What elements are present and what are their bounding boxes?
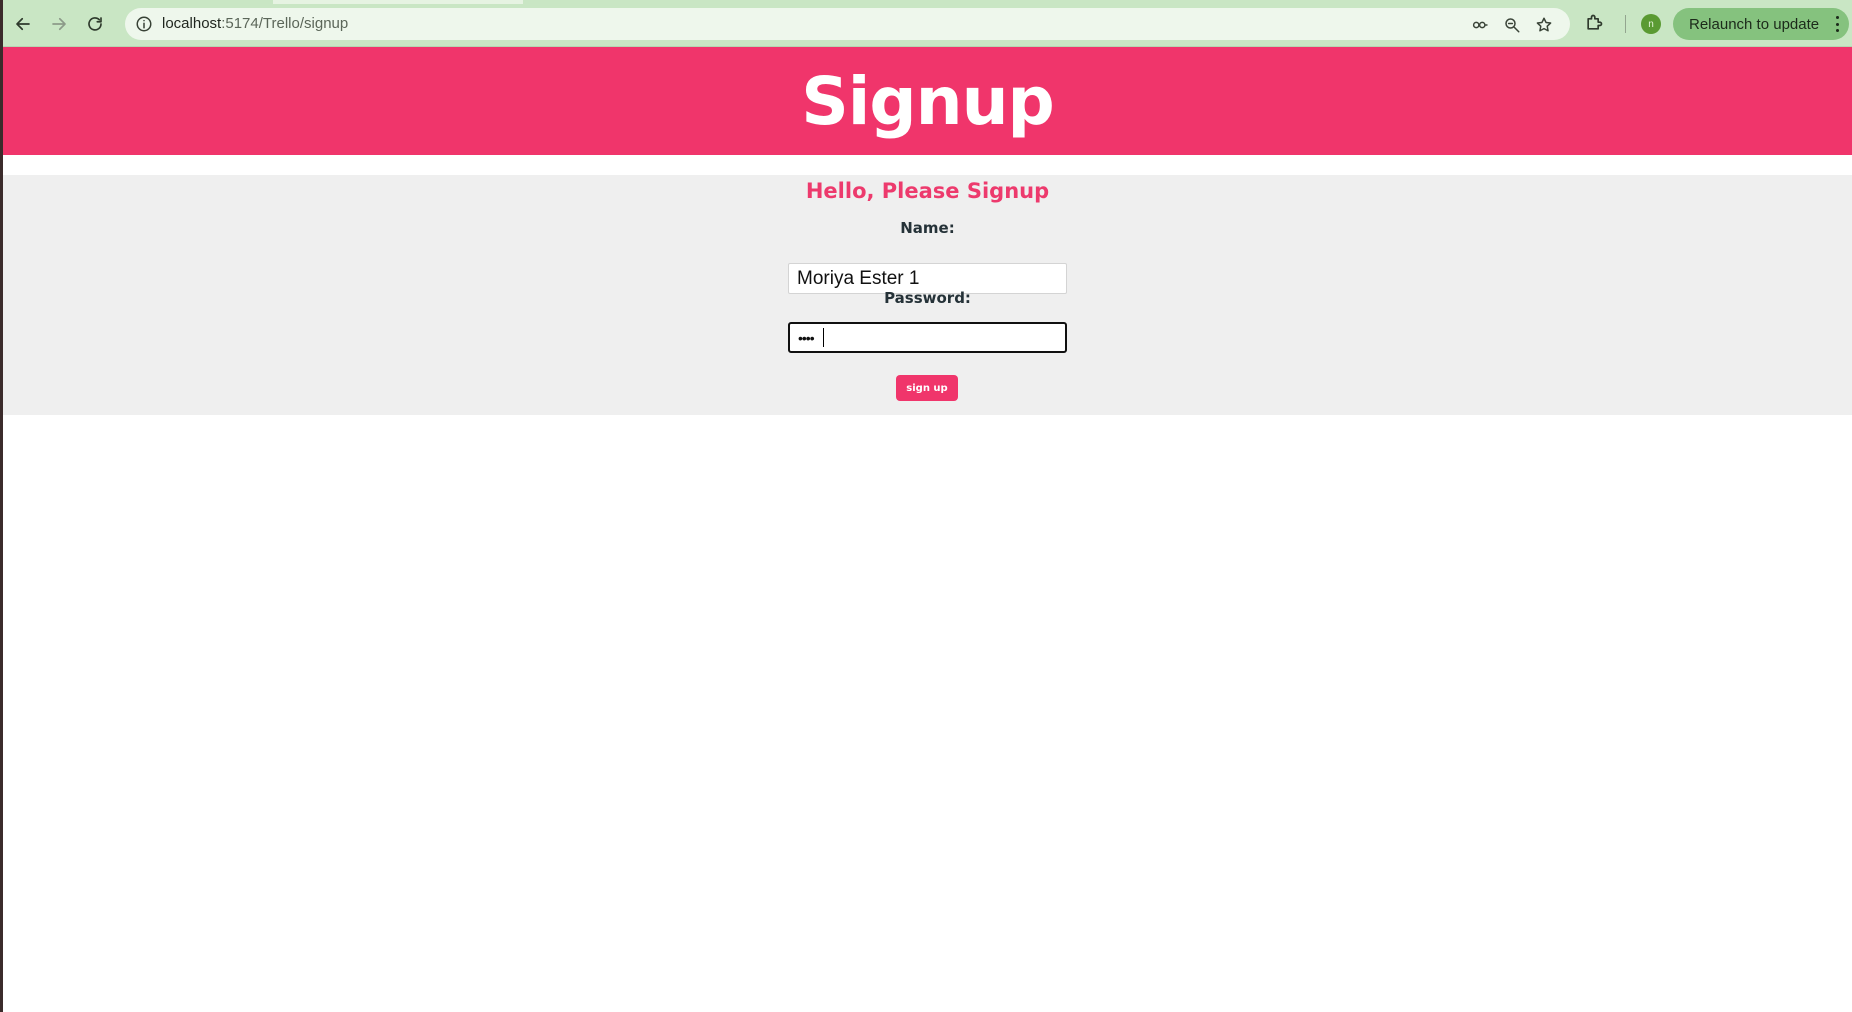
zoom-icon[interactable] <box>1503 16 1521 34</box>
text-caret <box>823 328 824 347</box>
page-header: Signup <box>3 47 1852 155</box>
reload-button[interactable] <box>82 12 108 36</box>
bookmark-star-icon[interactable] <box>1535 16 1553 34</box>
page-content: Signup Hello, Please Signup Name: Passwo… <box>3 47 1852 1012</box>
password-input[interactable] <box>788 322 1067 353</box>
url-path: :5174/Trello/signup <box>221 15 349 32</box>
site-info-icon[interactable] <box>135 15 153 33</box>
address-bar[interactable]: localhost:5174/Trello/signup <box>125 8 1570 40</box>
profile-avatar[interactable]: n <box>1641 14 1661 34</box>
name-label: Name: <box>900 219 955 237</box>
forward-icon <box>52 17 66 31</box>
browser-toolbar: localhost:5174/Trello/signup n Relaunch … <box>3 0 1852 47</box>
extensions-puzzle-icon[interactable] <box>1584 13 1604 33</box>
signup-form: Hello, Please Signup Name: Password: sig… <box>3 175 1852 415</box>
url-host: localhost <box>162 15 222 32</box>
kebab-menu-icon[interactable] <box>1835 16 1839 32</box>
back-icon <box>16 17 30 31</box>
form-greeting: Hello, Please Signup <box>805 179 1050 203</box>
active-tab-edge[interactable] <box>273 0 523 4</box>
back-button[interactable] <box>10 12 36 36</box>
relaunch-button[interactable]: Relaunch to update <box>1673 8 1849 40</box>
relaunch-label: Relaunch to update <box>1689 15 1820 33</box>
signup-button[interactable]: sign up <box>896 375 958 401</box>
url-text[interactable]: localhost:5174/Trello/signup <box>162 8 348 40</box>
page-title: Signup <box>801 62 1055 140</box>
password-label: Password: <box>884 289 971 307</box>
password-key-icon[interactable] <box>1471 16 1489 34</box>
toolbar-divider <box>1625 15 1626 33</box>
forward-button[interactable] <box>46 12 72 36</box>
reload-icon <box>88 17 102 31</box>
